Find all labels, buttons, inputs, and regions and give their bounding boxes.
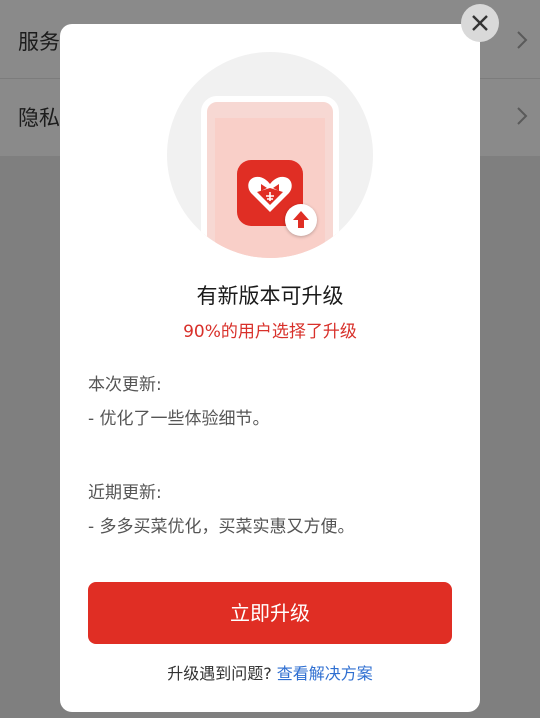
view-solution-link[interactable]: 查看解决方案	[277, 664, 373, 683]
current-update-heading: 本次更新:	[88, 375, 162, 395]
chevron-right-icon	[517, 107, 528, 125]
recent-update-item: - 多多买菜优化，买菜实惠又方便。	[88, 517, 355, 537]
current-update-item: - 优化了一些体验细节。	[88, 409, 270, 429]
upgrade-arrow-badge	[285, 204, 317, 236]
dialog-subtitle: 90%的用户选择了升级	[183, 322, 357, 342]
close-button[interactable]	[461, 4, 499, 42]
upgrade-arrow-icon	[293, 211, 309, 228]
illustration-circle	[167, 52, 373, 258]
dialog-footer: 升级遇到问题? 查看解决方案	[60, 660, 480, 684]
update-dialog: 有新版本可升级 90%的用户选择了升级 本次更新: - 优化了一些体验细节。 近…	[60, 24, 480, 712]
settings-row-label: 隐私	[18, 106, 60, 130]
dialog-title: 有新版本可升级	[196, 284, 344, 308]
footer-text: 升级遇到问题?	[167, 664, 272, 683]
recent-update-heading: 近期更新:	[88, 483, 162, 503]
close-icon	[472, 15, 488, 31]
settings-row-label: 服务	[18, 30, 60, 54]
chevron-right-icon	[517, 31, 528, 49]
upgrade-now-button[interactable]: 立即升级	[88, 582, 452, 644]
